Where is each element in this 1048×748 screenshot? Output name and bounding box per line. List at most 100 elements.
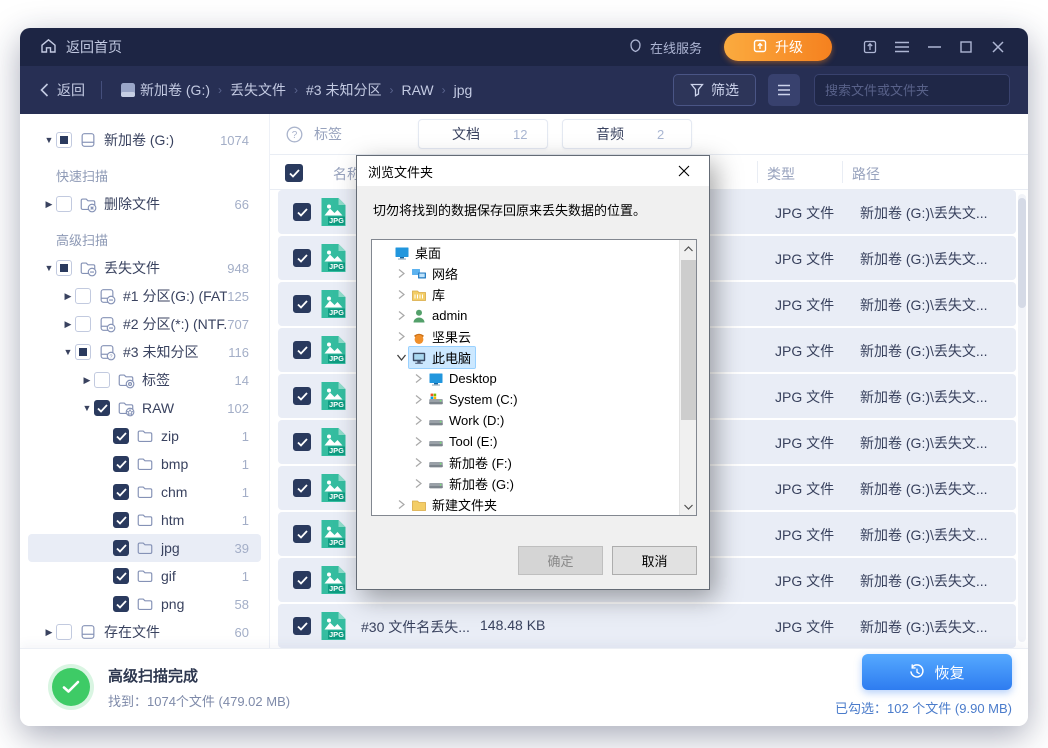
checkbox[interactable]	[56, 196, 72, 212]
checkbox[interactable]	[113, 512, 129, 528]
breadcrumb-item[interactable]: 丢失文件	[230, 80, 286, 100]
upgrade-button[interactable]: 升级	[724, 33, 832, 61]
expand-icon[interactable]	[393, 268, 409, 279]
folder-entry[interactable]: 库	[409, 284, 449, 305]
caret-down-icon[interactable]: ▼	[61, 347, 75, 357]
checkbox[interactable]	[113, 596, 129, 612]
close-button[interactable]	[982, 33, 1014, 61]
column-header-type[interactable]: 类型	[767, 164, 795, 184]
expand-icon[interactable]	[410, 373, 426, 384]
dialog-tree-item[interactable]: 新加卷 (F:)	[372, 452, 679, 473]
cancel-button[interactable]: 取消	[612, 546, 697, 575]
expand-icon[interactable]	[410, 436, 426, 447]
checkbox[interactable]	[113, 428, 129, 444]
row-checkbox[interactable]	[293, 249, 311, 267]
sidebar-item[interactable]: ▶#2 分区(*:) (NTF...707	[28, 310, 261, 338]
folder-entry[interactable]: Tool (E:)	[426, 433, 501, 451]
dialog-tree-item[interactable]: admin	[372, 305, 679, 326]
sidebar-item[interactable]: gif1	[28, 562, 261, 590]
folder-entry[interactable]: 桌面	[392, 242, 445, 263]
folder-entry[interactable]: 新加卷 (G:)	[426, 473, 518, 494]
row-checkbox[interactable]	[293, 203, 311, 221]
collapse-icon[interactable]	[393, 353, 409, 362]
sidebar-item[interactable]: chm1	[28, 478, 261, 506]
back-button[interactable]: 返回	[40, 80, 85, 100]
select-all-checkbox[interactable]	[285, 164, 303, 182]
row-checkbox[interactable]	[293, 433, 311, 451]
dialog-tree-item[interactable]: Desktop	[372, 368, 679, 389]
caret-right-icon[interactable]: ▶	[42, 627, 56, 638]
help-icon[interactable]: ?	[286, 126, 303, 143]
sidebar-item[interactable]: htm1	[28, 506, 261, 534]
sidebar-item[interactable]: bmp1	[28, 450, 261, 478]
checkbox[interactable]	[94, 372, 110, 388]
expand-icon[interactable]	[393, 331, 409, 342]
folder-entry[interactable]: admin	[409, 307, 471, 325]
checkbox[interactable]	[56, 132, 72, 148]
expand-icon[interactable]	[410, 415, 426, 426]
folder-entry[interactable]: System (C:)	[426, 391, 522, 409]
row-checkbox[interactable]	[293, 341, 311, 359]
checkbox[interactable]	[56, 624, 72, 640]
recover-button[interactable]: 恢复	[862, 654, 1012, 690]
row-checkbox[interactable]	[293, 479, 311, 497]
dialog-close-button[interactable]	[669, 159, 699, 183]
expand-icon[interactable]	[393, 310, 409, 321]
row-checkbox[interactable]	[293, 387, 311, 405]
checkbox[interactable]	[113, 568, 129, 584]
dialog-tree-item[interactable]: Tool (E:)	[372, 431, 679, 452]
breadcrumb-item[interactable]: #3 未知分区	[306, 80, 381, 100]
dialog-scrollbar[interactable]	[679, 240, 696, 515]
scroll-up-icon[interactable]	[680, 240, 697, 257]
export-log-button[interactable]	[854, 33, 886, 61]
dialog-tree-item[interactable]: 网络	[372, 263, 679, 284]
selected-folder[interactable]: 此电脑	[409, 347, 475, 368]
folder-entry[interactable]: Desktop	[426, 370, 501, 388]
breadcrumb-item[interactable]: RAW	[401, 82, 433, 98]
folder-entry[interactable]: 新加卷 (F:)	[426, 452, 516, 473]
caret-right-icon[interactable]: ▶	[42, 199, 56, 210]
tag-chip[interactable]: 音频2	[562, 119, 692, 149]
caret-down-icon[interactable]: ▼	[80, 403, 94, 413]
expand-icon[interactable]	[410, 478, 426, 489]
sidebar-item[interactable]: ▶存在文件60	[28, 618, 261, 646]
sidebar-item[interactable]: jpg39	[28, 534, 261, 562]
file-row[interactable]: JPG#30 文件名丢失...148.48 KBJPG 文件新加卷 (G:)\丢…	[278, 604, 1016, 648]
sidebar-item[interactable]: ▶删除文件66	[28, 190, 261, 218]
dialog-tree-item[interactable]: 坚果云	[372, 326, 679, 347]
scrollbar[interactable]	[1018, 194, 1026, 642]
caret-down-icon[interactable]: ▼	[42, 135, 56, 145]
sidebar-item[interactable]: ▼丢失文件948	[28, 254, 261, 282]
online-service-button[interactable]: 在线服务	[628, 38, 702, 57]
dialog-scrollbar-thumb[interactable]	[681, 260, 696, 420]
dialog-tree-item[interactable]: 此电脑	[372, 347, 679, 368]
expand-icon[interactable]	[393, 289, 409, 300]
scroll-down-icon[interactable]	[680, 498, 697, 515]
back-home-button[interactable]: 返回首页	[40, 37, 122, 57]
sidebar-item[interactable]: ▼新加卷 (G:)1074	[28, 126, 261, 154]
caret-right-icon[interactable]: ▶	[61, 291, 75, 302]
sidebar-item[interactable]: ▼?#3 未知分区116	[28, 338, 261, 366]
sidebar-item[interactable]: ▶#1 分区(G:) (FAT)125	[28, 282, 261, 310]
checkbox[interactable]	[113, 456, 129, 472]
filter-button[interactable]: 筛选	[673, 74, 756, 106]
caret-right-icon[interactable]: ▶	[80, 375, 94, 386]
breadcrumb-item[interactable]: jpg	[454, 82, 473, 98]
sidebar-item[interactable]: png58	[28, 590, 261, 618]
folder-entry[interactable]: 新建文件夹	[409, 494, 501, 515]
row-checkbox[interactable]	[293, 525, 311, 543]
scrollbar-thumb[interactable]	[1018, 198, 1026, 308]
breadcrumb-item[interactable]: 新加卷 (G:)	[140, 80, 210, 100]
dialog-tree-item[interactable]: 新建文件夹	[372, 494, 679, 515]
checkbox[interactable]	[75, 344, 91, 360]
search-input[interactable]	[825, 83, 1001, 98]
column-header-path[interactable]: 路径	[852, 164, 880, 184]
tag-chip[interactable]: 文档12	[418, 119, 548, 149]
sidebar-item[interactable]: zip1	[28, 422, 261, 450]
folder-entry[interactable]: 坚果云	[409, 326, 475, 347]
checkbox[interactable]	[75, 288, 91, 304]
expand-icon[interactable]	[410, 394, 426, 405]
row-checkbox[interactable]	[293, 571, 311, 589]
expand-icon[interactable]	[393, 499, 409, 510]
dialog-tree-item[interactable]: 新加卷 (G:)	[372, 473, 679, 494]
